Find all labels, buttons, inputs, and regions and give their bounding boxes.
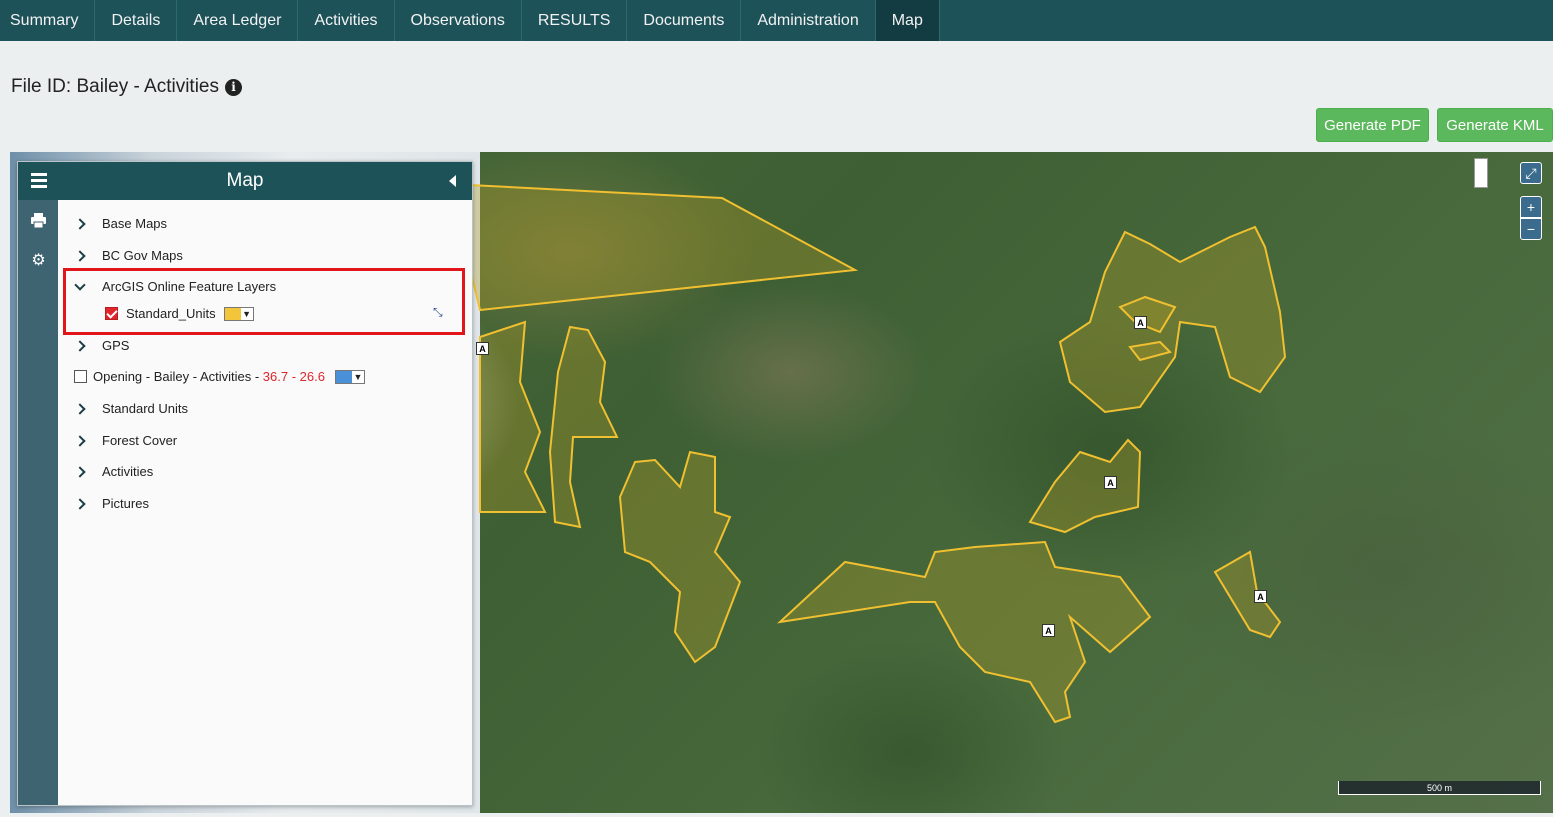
panel-header: Map: [18, 162, 472, 200]
layer-base-maps[interactable]: Base Maps: [74, 216, 168, 231]
chevron-down-icon: ▼: [242, 308, 252, 319]
unit-polygon: [618, 450, 742, 664]
unit-polygon: [548, 325, 619, 529]
color-dropdown[interactable]: ▼: [334, 369, 365, 384]
unit-label[interactable]: A: [1104, 476, 1117, 489]
layer-arcgis-feature-layers[interactable]: ArcGIS Online Feature Layers: [74, 278, 277, 294]
tab-activities[interactable]: Activities: [298, 0, 395, 41]
chevron-right-icon: [74, 249, 86, 262]
unit-polygon: [1028, 438, 1142, 534]
layer-label: GPS: [102, 338, 130, 353]
tab-administration[interactable]: Administration: [741, 0, 876, 41]
zoom-out-button[interactable]: −: [1520, 218, 1542, 240]
layer-pictures[interactable]: Pictures: [74, 496, 149, 511]
layer-label: Opening - Bailey - Activities - 36.7 - 2…: [93, 369, 325, 384]
chevron-right-icon: [74, 434, 86, 447]
map-slider-handle[interactable]: [1474, 158, 1488, 188]
scale-bar-label: 500 m: [1426, 782, 1452, 793]
color-swatch: [224, 307, 241, 320]
layer-label: Forest Cover: [102, 433, 178, 448]
chevron-right-icon: [74, 402, 86, 415]
tab-results[interactable]: RESULTS: [522, 0, 628, 41]
layer-opening[interactable]: Opening - Bailey - Activities - 36.7 - 2…: [74, 369, 365, 384]
opening-range: 36.7 - 26.6: [262, 369, 325, 384]
generate-pdf-button[interactable]: Generate PDF: [1316, 108, 1429, 142]
panel-title: Map: [226, 170, 264, 191]
unit-polygon: [448, 182, 859, 312]
layer-bc-gov-maps[interactable]: BC Gov Maps: [74, 248, 183, 263]
chevron-down-icon: ▼: [353, 371, 363, 382]
layer-standard-units-sub[interactable]: Standard_Units ▼: [105, 306, 254, 321]
layer-label: Activities: [102, 464, 154, 479]
panel-sidebar: ⚙: [18, 200, 58, 805]
unit-label[interactable]: A: [1254, 590, 1267, 603]
generate-kml-button[interactable]: Generate KML: [1437, 108, 1553, 142]
color-swatch: [335, 370, 352, 383]
tab-details[interactable]: Details: [95, 0, 178, 41]
gear-icon[interactable]: ⚙: [30, 252, 47, 269]
tab-observations[interactable]: Observations: [395, 0, 522, 41]
unit-polygon: [776, 540, 1152, 724]
standard-units-checkbox[interactable]: [105, 307, 118, 320]
layer-label: Standard_Units: [126, 306, 216, 321]
chevron-right-icon: [74, 465, 86, 478]
top-nav: Summary Details Area Ledger Activities O…: [0, 0, 1553, 41]
fullscreen-icon[interactable]: ⤢: [1520, 162, 1542, 184]
zoom-in-button[interactable]: +: [1520, 196, 1542, 218]
opening-label: Opening - Bailey - Activities -: [93, 369, 263, 384]
layer-standard-units[interactable]: Standard Units: [74, 401, 188, 416]
collapse-left-icon[interactable]: [449, 175, 456, 187]
zoom-to-layer-icon[interactable]: ⤡: [433, 305, 443, 320]
tab-documents[interactable]: Documents: [627, 0, 742, 41]
unit-label[interactable]: A: [1042, 624, 1055, 637]
chevron-right-icon: [74, 339, 86, 352]
tab-map[interactable]: Map: [875, 0, 940, 41]
unit-polygon: [479, 320, 547, 513]
layer-label: Standard Units: [102, 401, 188, 416]
layer-activities[interactable]: Activities: [74, 464, 154, 479]
chevron-right-icon: [74, 497, 86, 510]
unit-polygon: [1213, 550, 1282, 639]
unit-label[interactable]: A: [1134, 316, 1147, 329]
scale-bar: 500 m: [1338, 781, 1541, 795]
page-title-text: File ID: Bailey - Activities: [11, 76, 219, 97]
unit-label[interactable]: A: [476, 342, 489, 355]
color-dropdown[interactable]: ▼: [223, 306, 254, 321]
layer-gps[interactable]: GPS: [74, 338, 130, 353]
unit-polygon: [1058, 225, 1287, 414]
chevron-right-icon: [74, 217, 86, 230]
chevron-down-icon: [74, 278, 86, 291]
info-circle-icon[interactable]: i: [225, 78, 242, 96]
layer-label: BC Gov Maps: [102, 248, 183, 263]
menu-icon[interactable]: [31, 173, 47, 188]
opening-checkbox[interactable]: [74, 370, 87, 383]
print-icon[interactable]: [30, 212, 47, 229]
tab-area-ledger[interactable]: Area Ledger: [177, 0, 299, 41]
page-title: File ID: Bailey - Activities i: [11, 76, 242, 98]
layer-label: Pictures: [102, 496, 149, 511]
layer-forest-cover[interactable]: Forest Cover: [74, 433, 178, 448]
tab-summary[interactable]: Summary: [0, 0, 96, 41]
layer-label: ArcGIS Online Feature Layers: [102, 279, 277, 294]
layer-label: Base Maps: [102, 216, 168, 231]
